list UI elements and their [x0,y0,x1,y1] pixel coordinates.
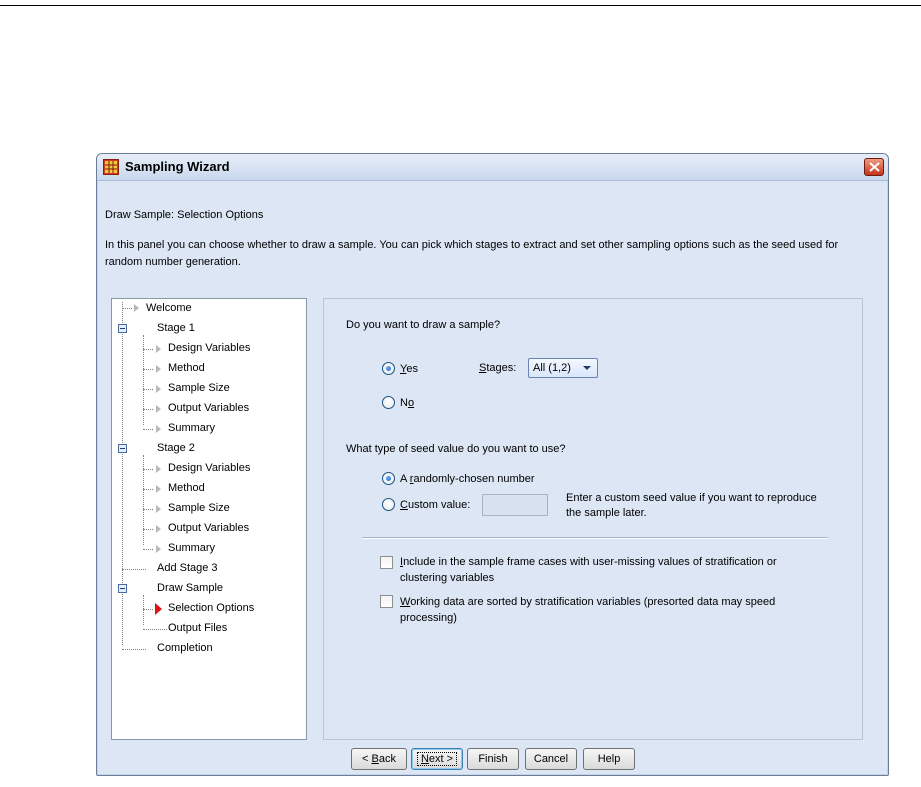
collapse-stage2-icon[interactable] [118,444,127,453]
tree-item-completion[interactable]: Completion [157,639,213,657]
tree-line [122,569,146,570]
tree-item-summary[interactable]: Summary [168,419,215,437]
seed-question: What type of seed value do you want to u… [346,443,566,455]
window-title: Sampling Wizard [125,159,230,174]
step-arrow-icon [156,525,161,533]
stages-value: All (1,2) [533,362,571,374]
tree-line [122,649,146,650]
tree-item-add-stage-3[interactable]: Add Stage 3 [157,559,218,577]
tree-line [143,595,144,625]
tree-line [143,509,153,510]
draw-yes-radio[interactable] [382,362,395,375]
tree-line [122,302,123,645]
tree-item-output-variables[interactable]: Output Variables [168,519,249,537]
step-arrow-icon [156,485,161,493]
include-user-missing-label-line2[interactable]: clustering variables [400,572,494,584]
seed-random-radio[interactable] [382,472,395,485]
wizard-step-tree[interactable]: Welcome Stage 1 Design Variables Method … [111,298,307,740]
step-arrow-icon [156,365,161,373]
custom-seed-input[interactable] [482,494,548,516]
tree-line [143,529,153,530]
presorted-data-label-line2[interactable]: processing) [400,612,457,624]
close-x-icon [869,162,880,172]
step-arrow-icon [134,304,139,312]
stages-dropdown[interactable]: All (1,2) [528,358,598,378]
tree-item-method[interactable]: Method [168,359,205,377]
step-arrow-icon [156,425,161,433]
step-arrow-icon [156,545,161,553]
tree-item-output-variables[interactable]: Output Variables [168,399,249,417]
panel-heading: Draw Sample: Selection Options [105,209,264,221]
tree-line [143,489,153,490]
tree-item-output-files[interactable]: Output Files [168,619,227,637]
seed-hint-line2: the sample later. [566,507,647,519]
collapse-draw-sample-icon[interactable] [118,584,127,593]
include-user-missing-label-line1[interactable]: Include in the sample frame cases with u… [400,556,777,568]
stages-label: Stages: [479,362,517,374]
include-user-missing-checkbox[interactable] [380,556,393,569]
sampling-wizard-window: Sampling Wizard Draw Sample: Selection O… [96,153,889,776]
selection-options-panel: Do you want to draw a sample? Yes Stages… [323,298,863,740]
tree-item-sample-size[interactable]: Sample Size [168,379,230,397]
tree-item-summary[interactable]: Summary [168,539,215,557]
step-arrow-icon [156,465,161,473]
collapse-stage1-icon[interactable] [118,324,127,333]
current-step-arrow-icon [155,603,162,615]
tree-line [143,409,153,410]
tree-item-stage-2[interactable]: Stage 2 [157,439,195,457]
page-top-rule [0,5,921,6]
chevron-down-icon [583,366,591,370]
finish-button[interactable]: Finish [467,748,519,770]
tree-item-selection-options[interactable]: Selection Options [168,599,254,617]
tree-line [143,389,153,390]
section-divider [362,537,828,539]
close-button[interactable] [864,158,884,176]
help-button[interactable]: Help [583,748,635,770]
seed-custom-label[interactable]: Custom value: [400,499,470,511]
title-bar[interactable]: Sampling Wizard [97,154,888,181]
seed-random-label[interactable]: A randomly-chosen number [400,473,535,485]
tree-line [143,349,153,350]
presorted-data-label-line1[interactable]: Working data are sorted by stratificatio… [400,596,775,608]
step-arrow-icon [156,505,161,513]
panel-description: In this panel you can choose whether to … [105,239,839,268]
tree-item-method[interactable]: Method [168,479,205,497]
table-grid-icon [103,159,119,175]
tree-line [143,469,153,470]
tree-line [122,308,132,309]
tree-line [143,549,153,550]
presorted-data-checkbox[interactable] [380,595,393,608]
tree-line [143,629,167,630]
step-arrow-icon [156,385,161,393]
tree-item-design-variables[interactable]: Design Variables [168,339,250,357]
step-arrow-icon [156,405,161,413]
tree-line [143,609,153,610]
seed-hint-line1: Enter a custom seed value if you want to… [566,492,817,504]
draw-yes-label[interactable]: Yes [400,363,418,375]
draw-no-radio[interactable] [382,396,395,409]
tree-item-sample-size[interactable]: Sample Size [168,499,230,517]
draw-sample-question: Do you want to draw a sample? [346,319,501,331]
tree-item-design-variables[interactable]: Design Variables [168,459,250,477]
tree-line [143,429,153,430]
tree-line [143,369,153,370]
seed-custom-radio[interactable] [382,498,395,511]
tree-item-welcome[interactable]: Welcome [146,299,192,317]
next-button[interactable]: Next > [411,748,463,770]
cancel-button[interactable]: Cancel [525,748,577,770]
tree-item-stage-1[interactable]: Stage 1 [157,319,195,337]
draw-no-label[interactable]: No [400,397,414,409]
back-button[interactable]: < Back [351,748,407,770]
tree-item-draw-sample[interactable]: Draw Sample [157,579,223,597]
step-arrow-icon [156,345,161,353]
